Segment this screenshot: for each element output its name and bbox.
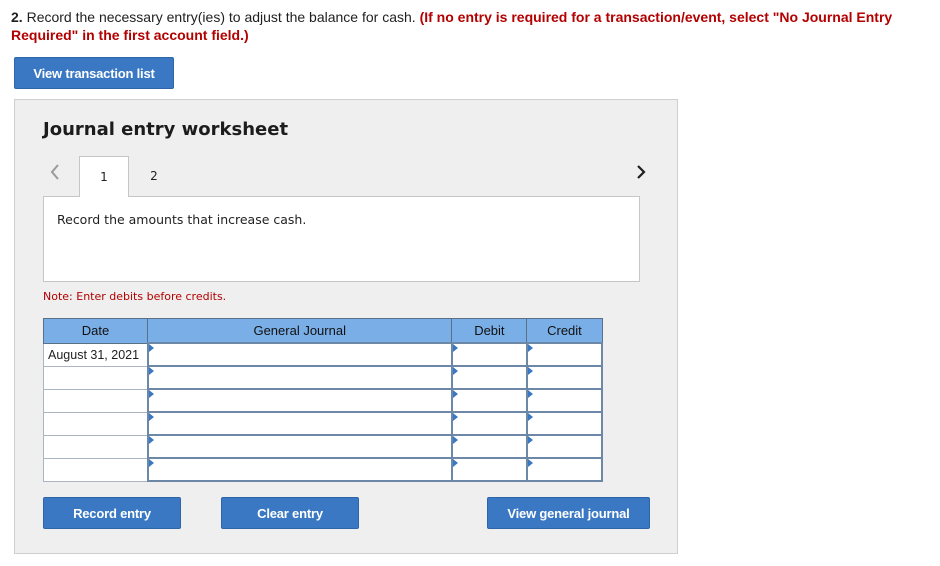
credit-field[interactable]	[525, 342, 604, 367]
dropdown-marker-icon	[452, 436, 458, 444]
dropdown-marker-icon	[527, 390, 533, 398]
date-cell[interactable]: August 31, 2021	[42, 342, 149, 367]
header-date: Date	[42, 318, 149, 344]
chevron-right-icon[interactable]	[631, 162, 651, 182]
view-general-journal-button[interactable]: View general journal	[487, 497, 650, 529]
tab-2-label: 2	[150, 168, 158, 183]
table-row	[42, 388, 604, 413]
dropdown-marker-icon	[452, 344, 458, 352]
debit-field[interactable]	[450, 434, 528, 459]
header-credit: Credit	[526, 318, 603, 344]
credit-field[interactable]	[525, 411, 604, 436]
account-field[interactable]	[146, 342, 453, 367]
view-transaction-list-button[interactable]: View transaction list	[14, 57, 174, 89]
dropdown-marker-icon	[527, 413, 533, 421]
account-field[interactable]	[146, 434, 453, 459]
journal-table: Date General Journal Debit Credit August…	[42, 318, 604, 482]
debit-field[interactable]	[450, 342, 528, 367]
record-entry-button[interactable]: Record entry	[43, 497, 181, 529]
clear-entry-button[interactable]: Clear entry	[221, 497, 359, 529]
dropdown-marker-icon	[527, 436, 533, 444]
table-row	[42, 434, 604, 459]
credit-field[interactable]	[525, 365, 604, 390]
dropdown-marker-icon	[148, 413, 154, 421]
worksheet-prompt-box: Record the amounts that increase cash.	[43, 196, 640, 282]
date-cell[interactable]	[42, 457, 149, 482]
account-field[interactable]	[146, 365, 453, 390]
table-row	[42, 411, 604, 436]
dropdown-marker-icon	[452, 459, 458, 467]
dropdown-marker-icon	[148, 436, 154, 444]
dropdown-marker-icon	[527, 344, 533, 352]
question-text: Record the necessary entry(ies) to adjus…	[22, 9, 420, 25]
header-debit: Debit	[451, 318, 528, 344]
date-cell[interactable]	[42, 388, 149, 413]
dropdown-marker-icon	[148, 390, 154, 398]
account-field[interactable]	[146, 388, 453, 413]
table-row	[42, 457, 604, 482]
worksheet-prompt: Record the amounts that increase cash.	[57, 212, 307, 227]
credit-field[interactable]	[525, 434, 604, 459]
debit-field[interactable]	[450, 388, 528, 413]
dropdown-marker-icon	[527, 367, 533, 375]
header-general-journal: General Journal	[147, 318, 453, 344]
account-field[interactable]	[146, 457, 453, 482]
credit-field[interactable]	[525, 388, 604, 413]
chevron-left-icon[interactable]	[45, 162, 65, 182]
date-cell[interactable]	[42, 411, 149, 436]
journal-entry-worksheet: Journal entry worksheet 1 2 Record the a…	[14, 99, 678, 554]
dropdown-marker-icon	[452, 367, 458, 375]
debit-field[interactable]	[450, 365, 528, 390]
question-instruction: 2. Record the necessary entry(ies) to ad…	[11, 8, 937, 44]
dropdown-marker-icon	[148, 367, 154, 375]
credit-field[interactable]	[525, 457, 604, 482]
dropdown-marker-icon	[452, 390, 458, 398]
journal-table-header: Date General Journal Debit Credit	[42, 318, 603, 344]
date-cell[interactable]	[42, 434, 149, 459]
tab-1[interactable]: 1	[79, 156, 129, 197]
table-row: August 31, 2021	[42, 342, 604, 367]
dropdown-marker-icon	[148, 459, 154, 467]
question-number: 2.	[11, 9, 23, 25]
debit-field[interactable]	[450, 457, 528, 482]
tab-2[interactable]: 2	[129, 156, 179, 195]
date-cell[interactable]	[42, 365, 149, 390]
dropdown-marker-icon	[148, 344, 154, 352]
tab-1-label: 1	[100, 170, 108, 184]
debit-field[interactable]	[450, 411, 528, 436]
dropdown-marker-icon	[527, 459, 533, 467]
worksheet-note: Note: Enter debits before credits.	[43, 290, 227, 303]
account-field[interactable]	[146, 411, 453, 436]
table-row	[42, 365, 604, 390]
worksheet-title: Journal entry worksheet	[43, 119, 289, 140]
dropdown-marker-icon	[452, 413, 458, 421]
